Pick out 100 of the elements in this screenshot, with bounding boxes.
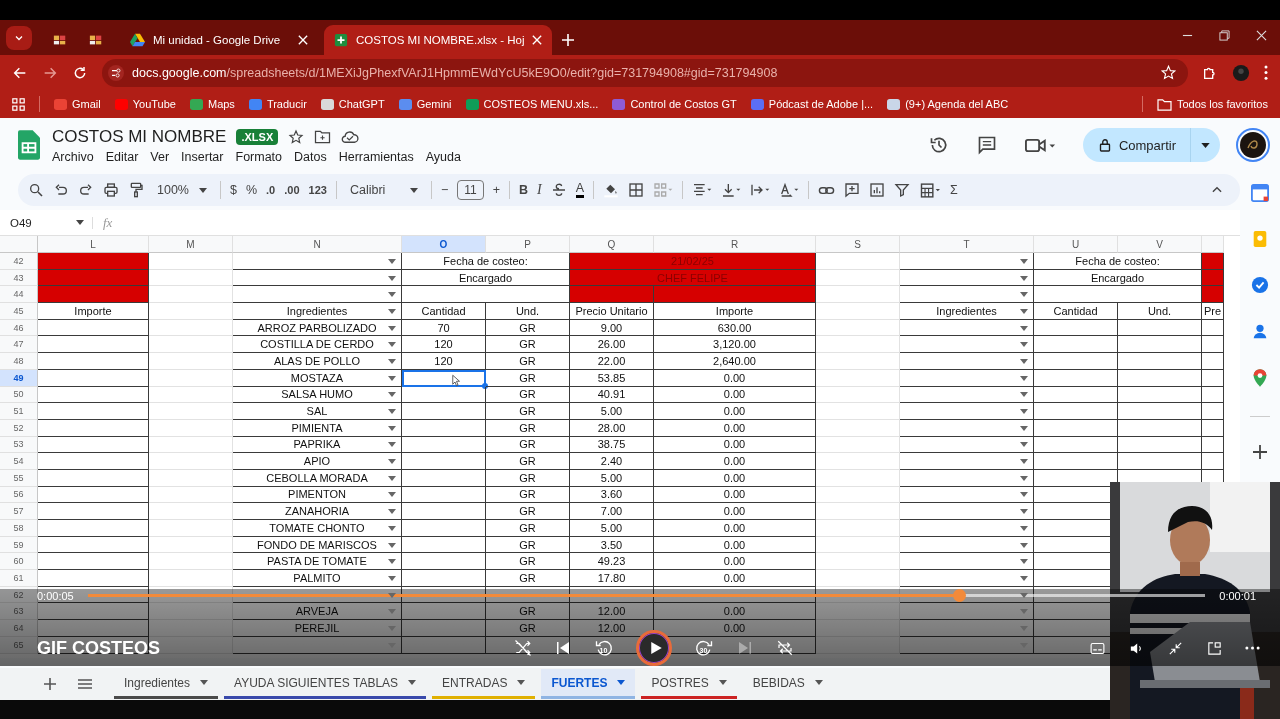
dropdown-arrow-icon[interactable] (1020, 392, 1028, 398)
all-bookmarks-button[interactable]: Todos los favoritos (1156, 97, 1268, 111)
dropdown-arrow-icon[interactable] (1020, 475, 1028, 481)
increase-decimals-button[interactable]: .00 (284, 184, 300, 196)
dropdown-arrow-icon[interactable] (388, 308, 396, 314)
bookmark[interactable]: Pódcast de Adobe |... (750, 97, 874, 111)
account-avatar[interactable] (1236, 128, 1270, 162)
text-wrap-icon[interactable] (750, 182, 771, 198)
star-icon[interactable] (288, 128, 305, 145)
dropdown-arrow-icon[interactable] (1020, 375, 1028, 381)
column-header[interactable]: O (402, 236, 486, 253)
add-icon[interactable] (1253, 445, 1267, 459)
borders-icon[interactable] (628, 182, 645, 198)
row-header[interactable]: 51 (0, 403, 38, 420)
dropdown-arrow-icon[interactable] (388, 292, 396, 298)
dropdown-arrow-icon[interactable] (388, 392, 396, 398)
calculator-icon[interactable] (919, 181, 942, 199)
dropdown-arrow-icon[interactable] (1020, 542, 1028, 548)
dropdown-arrow-icon[interactable] (388, 559, 396, 565)
dropdown-arrow-icon[interactable] (388, 525, 396, 531)
document-title[interactable]: COSTOS MI NOMBRE (52, 126, 227, 147)
dropdown-arrow-icon[interactable] (388, 325, 396, 331)
dropdown-arrow-icon[interactable] (388, 492, 396, 498)
menu-item[interactable]: Formato (235, 149, 283, 164)
menu-item[interactable]: Editar (105, 149, 139, 164)
paint-format-icon[interactable] (128, 182, 144, 198)
comment-icon[interactable] (976, 135, 997, 155)
row-header[interactable]: 60 (0, 553, 38, 571)
row-header[interactable]: 54 (0, 453, 38, 470)
new-tab-icon[interactable] (562, 34, 575, 46)
add-sheet-icon[interactable] (44, 678, 56, 690)
zoom-dropdown[interactable]: 100% (153, 183, 211, 197)
number-format-button[interactable]: 123 (308, 184, 327, 196)
menu-item[interactable]: Archivo (52, 149, 94, 164)
close-icon[interactable] (1256, 30, 1267, 41)
bookmark[interactable]: COSTEOS MENU.xls... (465, 97, 599, 111)
text-color-button[interactable]: A (575, 182, 585, 198)
sheets-logo-icon[interactable] (18, 130, 40, 160)
bookmark[interactable]: ChatGPT (320, 97, 385, 111)
bookmark[interactable]: Control de Costos GT (612, 97, 737, 111)
dropdown-arrow-icon[interactable] (388, 425, 396, 431)
dropdown-arrow-icon[interactable] (1020, 559, 1028, 565)
functions-button[interactable]: Σ (950, 183, 958, 197)
chart-icon[interactable] (869, 182, 886, 198)
row-header[interactable]: 48 (0, 353, 38, 370)
row-header[interactable]: 57 (0, 503, 38, 520)
dropdown-arrow-icon[interactable] (388, 459, 396, 465)
fill-color-icon[interactable] (603, 182, 620, 198)
dropdown-arrow-icon[interactable] (388, 509, 396, 515)
currency-format-button[interactable]: $ (230, 183, 237, 197)
bookmark[interactable]: Traducir (248, 97, 307, 111)
dropdown-arrow-icon[interactable] (1020, 442, 1028, 448)
font-dropdown[interactable]: Calibri (345, 183, 422, 197)
dropdown-arrow-icon[interactable] (1020, 258, 1028, 264)
menu-item[interactable]: Herramientas (338, 149, 414, 164)
add-comment-icon[interactable] (844, 182, 861, 198)
dropdown-arrow-icon[interactable] (388, 475, 396, 481)
shuffle-icon[interactable] (513, 639, 532, 657)
row-header[interactable]: 45 (0, 303, 38, 320)
dropdown-arrow-icon[interactable] (1020, 358, 1028, 364)
decrease-font-size-button[interactable]: − (440, 183, 449, 197)
reload-icon[interactable] (72, 64, 88, 81)
dropdown-arrow-icon[interactable] (1020, 509, 1028, 515)
column-header[interactable]: R (654, 236, 816, 253)
address-bar[interactable]: docs.google.com/spreadsheets/d/1MEXiJgPhexfVArJ1HpmmEWdYcU5kE9O0/edit?gid=731794908#gid=731794908 (102, 58, 1188, 87)
column-header[interactable]: Q (570, 236, 654, 253)
bookmark[interactable]: YouTube (114, 97, 176, 111)
column-header[interactable]: M (149, 236, 233, 253)
name-box[interactable]: O49 (0, 216, 93, 229)
undo-icon[interactable] (53, 182, 69, 198)
bookmark[interactable]: Gmail (54, 97, 101, 111)
row-header[interactable]: 44 (0, 286, 38, 304)
print-icon[interactable] (103, 182, 119, 198)
dropdown-arrow-icon[interactable] (1020, 459, 1028, 465)
decrease-decimals-button[interactable]: .0 (266, 184, 276, 196)
bookmark[interactable]: Maps (189, 97, 235, 111)
percent-format-button[interactable]: % (245, 183, 258, 197)
restore-icon[interactable] (1219, 30, 1230, 41)
row-header[interactable]: 61 (0, 570, 38, 587)
sheet-tab[interactable]: FUERTES (541, 669, 636, 699)
dropdown-arrow-icon[interactable] (388, 258, 396, 264)
dropdown-arrow-icon[interactable] (1020, 575, 1028, 581)
dropdown-arrow-icon[interactable] (388, 342, 396, 348)
italic-button[interactable]: I (537, 182, 542, 198)
tasks-icon[interactable] (1251, 276, 1269, 294)
column-header[interactable]: N (233, 236, 402, 253)
bookmark[interactable]: (9+) Agenda del ABC (887, 97, 1009, 111)
merge-cells-icon[interactable] (653, 182, 674, 198)
column-header[interactable]: T (900, 236, 1034, 253)
font-size-field[interactable]: 11 (457, 180, 484, 200)
dropdown-arrow-icon[interactable] (1020, 425, 1028, 431)
dropdown-arrow-icon[interactable] (388, 542, 396, 548)
all-sheets-icon[interactable] (78, 678, 92, 690)
menu-item[interactable]: Insertar (181, 149, 224, 164)
dropdown-arrow-icon[interactable] (1020, 308, 1028, 314)
dropdown-arrow-icon[interactable] (1020, 342, 1028, 348)
increase-font-size-button[interactable]: + (492, 183, 500, 197)
mini-player-icon[interactable] (1206, 639, 1223, 657)
map-pin-icon[interactable] (1252, 368, 1268, 388)
dropdown-arrow-icon[interactable] (388, 409, 396, 415)
